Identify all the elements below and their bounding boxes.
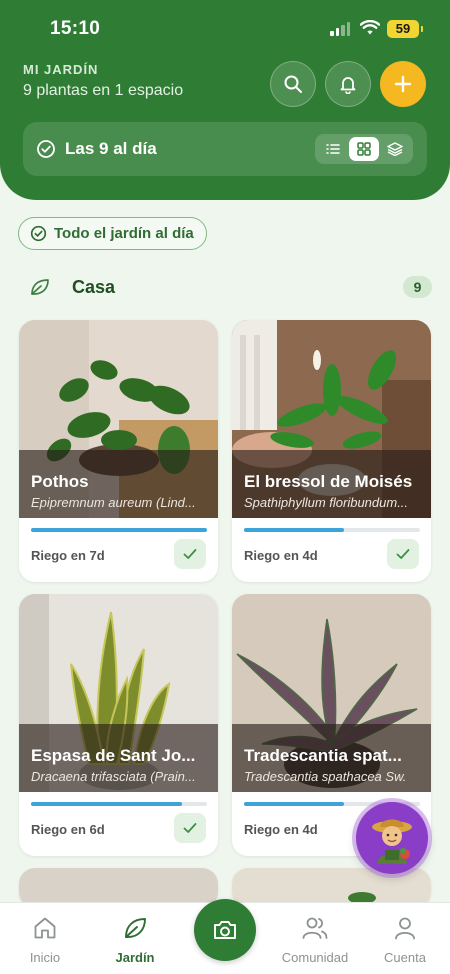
plant-scientific-name: Epipremnum aureum (Lind...	[31, 495, 196, 510]
watering-progress-bar	[244, 528, 420, 532]
section-title: Casa	[72, 277, 116, 297]
plant-name: Tradescantia spat...	[244, 746, 402, 765]
mark-watered-button[interactable]	[387, 539, 419, 569]
nav-item-cuenta[interactable]: Cuenta	[360, 915, 450, 965]
mark-watered-button[interactable]	[174, 813, 206, 843]
camera-button[interactable]	[194, 899, 256, 961]
layers-icon	[386, 142, 403, 156]
watering-progress-bar	[31, 802, 207, 806]
list-view-button[interactable]	[318, 137, 348, 161]
watering-due: Riego en 7d	[31, 548, 105, 563]
assistant-button[interactable]	[356, 802, 428, 874]
cell-signal-icon	[330, 22, 350, 36]
plant-name: El bressol de Moisés	[244, 472, 413, 491]
people-icon	[302, 917, 328, 939]
battery-indicator: 59	[387, 20, 423, 38]
nav-label: Inicio	[29, 950, 61, 965]
nav-item-inicio[interactable]: Inicio	[0, 915, 90, 965]
watering-due: Riego en 4d	[244, 822, 318, 837]
progress-fill	[31, 802, 183, 806]
camera-icon	[214, 921, 236, 939]
check-icon	[396, 549, 410, 559]
grid-icon	[357, 142, 371, 156]
leaf-icon	[31, 279, 49, 295]
check-icon	[183, 549, 197, 559]
check-icon	[183, 823, 197, 833]
leaf-icon	[125, 918, 146, 938]
garden-summary: 9 plantas en 1 espacio	[23, 82, 184, 99]
check-circle-icon	[30, 225, 47, 242]
nav-label: Jardín	[115, 950, 155, 965]
mark-watered-button[interactable]	[174, 539, 206, 569]
list-icon	[326, 144, 341, 154]
wifi-icon	[360, 20, 380, 35]
progress-fill	[244, 802, 345, 806]
check-circle-icon	[37, 140, 55, 158]
nav-item-jardin[interactable]: Jardín	[90, 915, 180, 965]
nav-label: Cuenta	[384, 950, 426, 965]
status-time: 15:10	[50, 18, 101, 39]
grid-view-button[interactable]	[348, 137, 379, 161]
watering-due: Riego en 4d	[244, 548, 318, 563]
plant-card[interactable]: El bressol de Moisés Spathiphyllum flori…	[232, 320, 431, 582]
nav-label: Comunidad	[281, 950, 349, 965]
plus-icon	[394, 75, 412, 93]
chip-label: Todo el jardín al día	[54, 225, 194, 242]
add-plant-button[interactable]	[380, 61, 426, 107]
plant-card[interactable]: Pothos Epipremnum aureum (Lind... Riego …	[19, 320, 218, 582]
layers-view-button[interactable]	[380, 137, 410, 161]
progress-fill	[31, 528, 207, 532]
app-header: 15:10 59 MI JARDÍN 9 plantas en 1 espaci…	[0, 0, 450, 200]
garden-status-text: Las 9 al día	[65, 139, 157, 158]
plant-scientific-name: Dracaena trifasciata (Prain...	[31, 769, 196, 784]
status-bar: 15:10 59	[0, 18, 450, 44]
watering-progress-bar	[31, 528, 207, 532]
user-icon	[395, 917, 415, 940]
search-icon	[284, 75, 302, 93]
nav-item-comunidad[interactable]: Comunidad	[270, 915, 360, 965]
garden-ok-chip[interactable]: Todo el jardín al día	[18, 217, 207, 250]
progress-fill	[244, 528, 345, 532]
bell-icon	[340, 77, 356, 94]
search-button[interactable]	[270, 61, 316, 107]
garden-label: MI JARDÍN	[23, 62, 99, 77]
plant-scientific-name: Spathiphyllum floribundum...	[244, 495, 409, 510]
garden-status-bar: Las 9 al día	[23, 122, 427, 176]
plant-scientific-name: Tradescantia spathacea Sw.	[244, 769, 407, 784]
plant-name: Pothos	[31, 472, 89, 491]
notifications-button[interactable]	[325, 61, 371, 107]
gardener-avatar-icon	[372, 819, 412, 864]
plant-name: Espasa de Sant Jo...	[31, 746, 196, 765]
view-mode-toggle	[315, 134, 413, 164]
section-count-badge: 9	[403, 276, 432, 298]
home-icon	[34, 917, 56, 939]
plant-card[interactable]: Espasa de Sant Jo... Dracaena trifasciat…	[19, 594, 218, 856]
watering-due: Riego en 6d	[31, 822, 105, 837]
